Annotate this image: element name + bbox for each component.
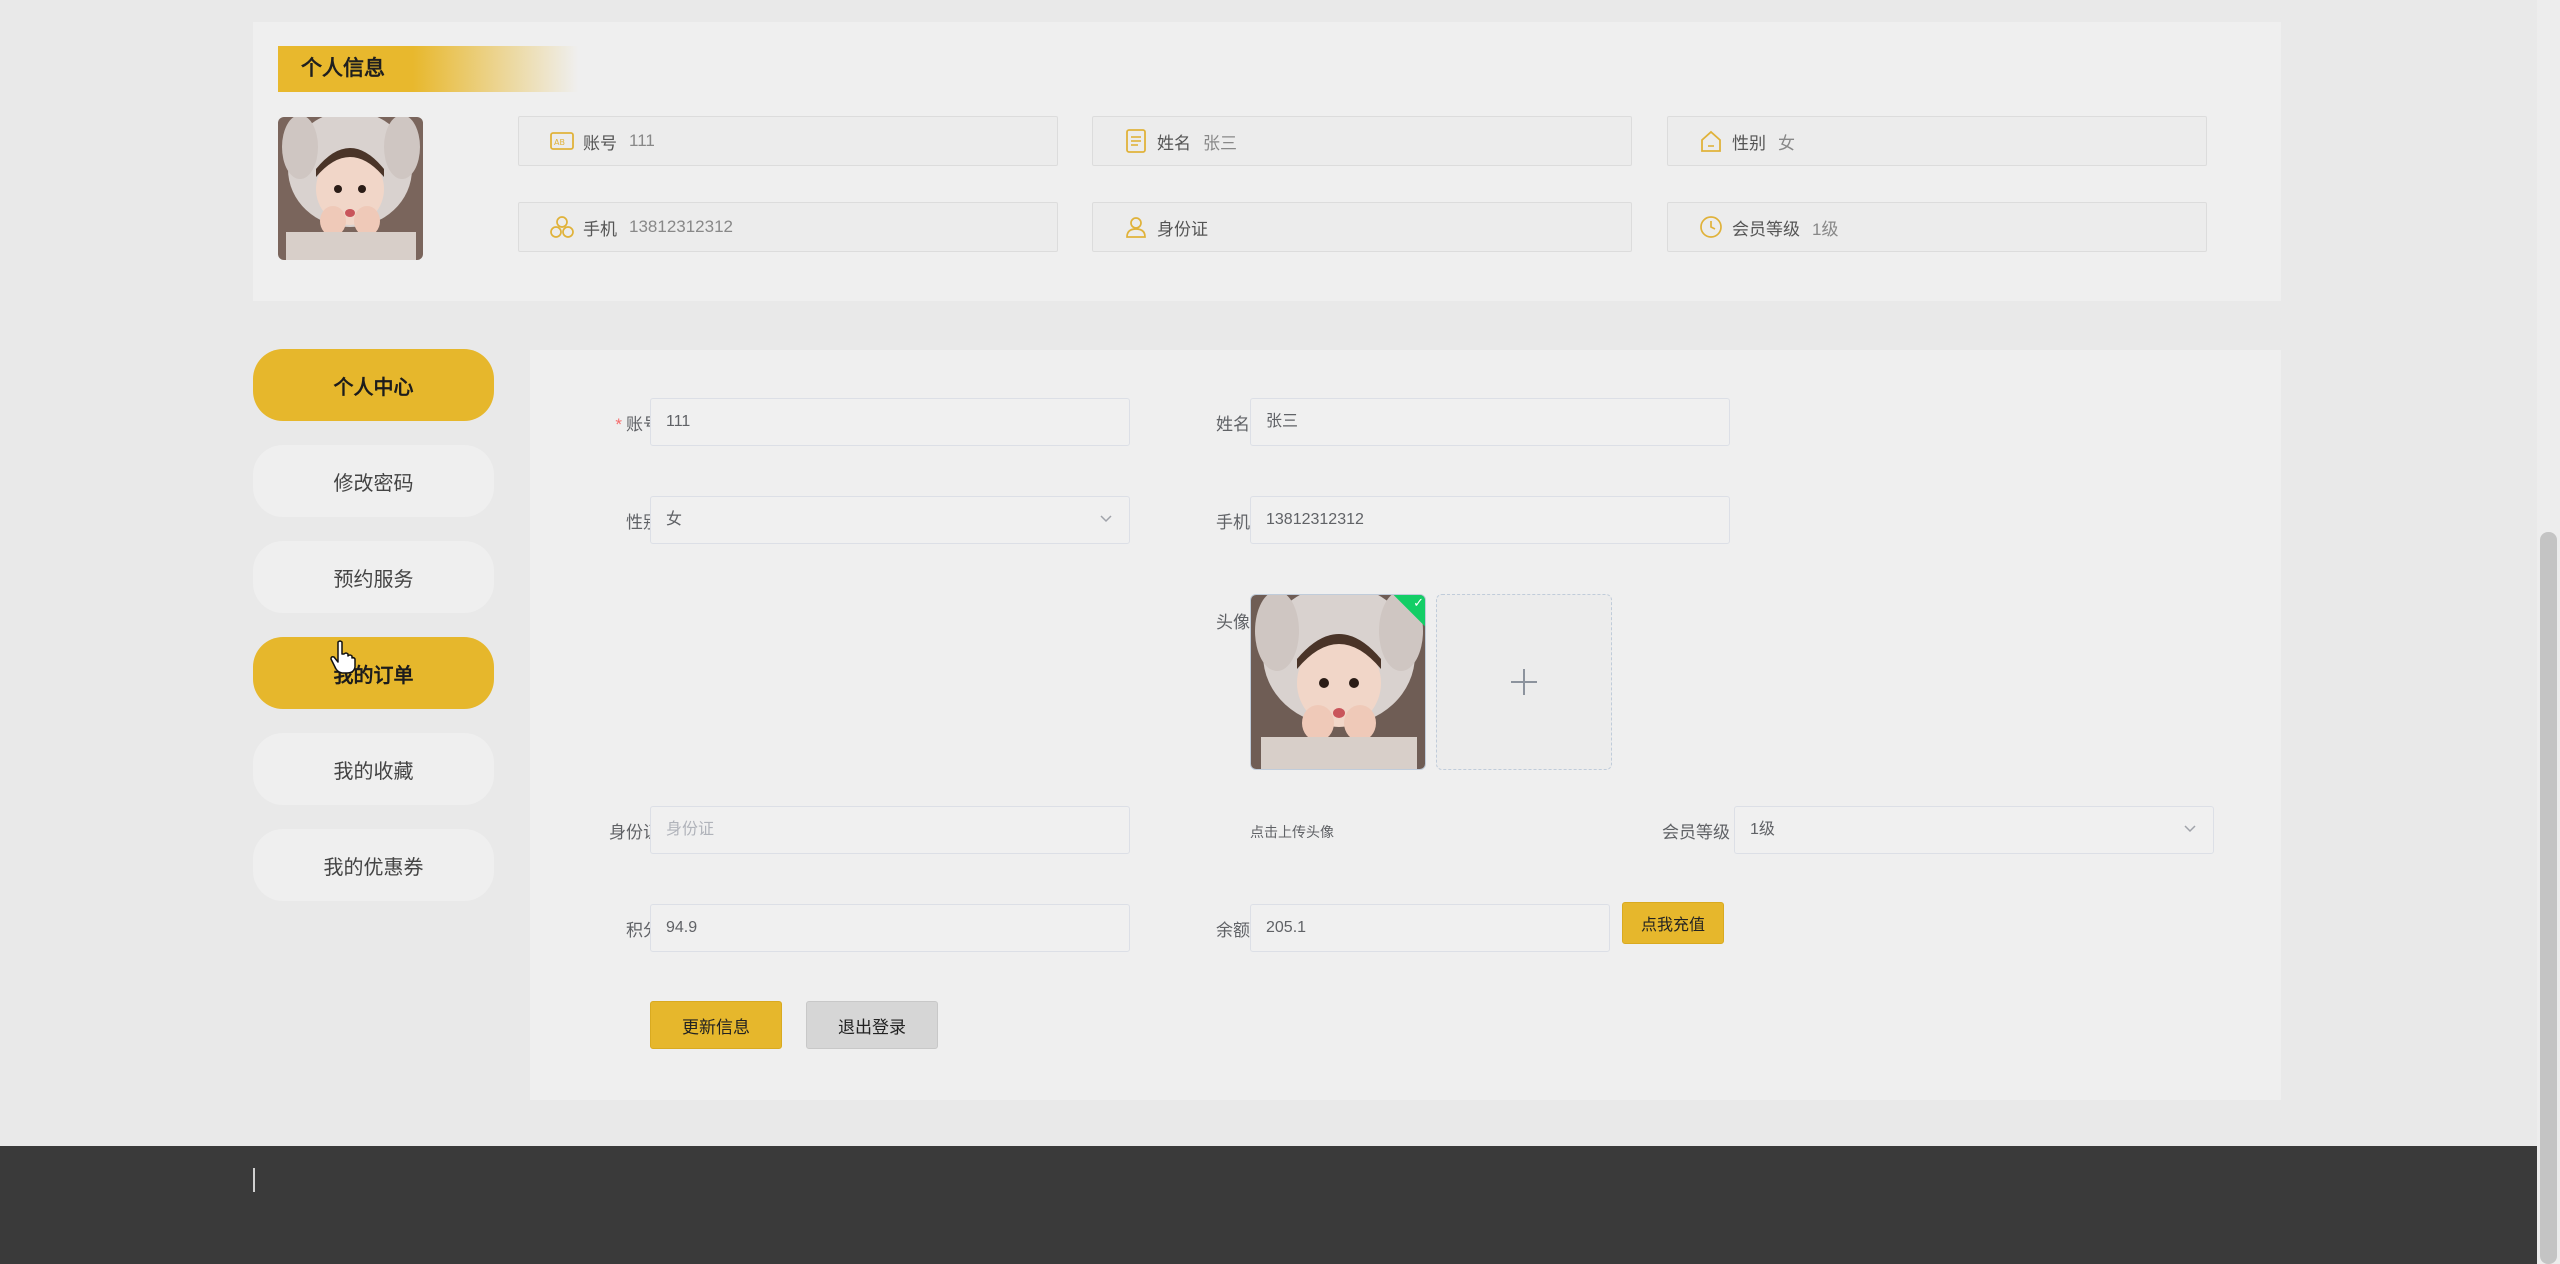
level-select-value: 1级 — [1750, 821, 1775, 838]
info-name-value: 张三 — [1203, 133, 1237, 153]
footer — [0, 1146, 2537, 1264]
account-input[interactable]: 111 — [650, 398, 1130, 446]
points-label: 积分 — [626, 921, 660, 940]
info-account-value: 111 — [629, 131, 655, 150]
info-level-label: 会员等级 — [1732, 219, 1800, 239]
avatar-thumbnail[interactable]: ✓ — [1250, 594, 1426, 770]
balance-input[interactable]: 205.1 — [1250, 904, 1610, 952]
avatar-upload-button[interactable] — [1436, 594, 1612, 770]
sidebar-item-my-orders[interactable]: 我的订单 — [253, 637, 494, 709]
sidebar-item-personal-center[interactable]: 个人中心 — [253, 349, 494, 421]
info-phone: 手机 13812312312 — [518, 202, 1058, 252]
sidebar-item-my-favorites[interactable]: 我的收藏 — [253, 733, 494, 805]
check-icon: ✓ — [1413, 595, 1425, 611]
info-idcard: 身份证 — [1092, 202, 1632, 252]
chevron-down-icon — [2184, 825, 2196, 833]
info-phone-label: 手机 — [583, 219, 617, 239]
info-phone-value: 13812312312 — [629, 217, 734, 236]
chevron-down-icon — [1100, 515, 1112, 523]
level-label: 会员等级 — [1662, 823, 1730, 842]
level-select[interactable]: 1级 — [1734, 806, 2214, 854]
document-icon — [1123, 128, 1149, 154]
name-label: 姓名 — [1216, 415, 1250, 434]
info-level: 会员等级 1级 — [1667, 202, 2207, 252]
profile-form: *账号 111 姓名 张三 性别 女 手机 13812312312 头像 ✓ — [530, 350, 2281, 1100]
clock-icon — [1698, 214, 1724, 240]
profile-info-panel: 个人信息 AB 账号 111 姓名 张三 性别 女 手机 13812312312… — [253, 22, 2281, 301]
info-name-label: 姓名 — [1157, 133, 1191, 153]
idcard-input[interactable]: 身份证 — [650, 806, 1130, 854]
phone-label: 手机 — [1216, 513, 1250, 532]
idcard-label: 身份证 — [609, 823, 660, 842]
info-gender-label: 性别 — [1732, 133, 1766, 153]
profile-info-title: 个人信息 — [278, 46, 578, 92]
scrollbar-thumb[interactable] — [2540, 532, 2557, 1264]
id-card-icon: AB — [549, 128, 575, 154]
home-icon — [1698, 128, 1724, 154]
info-gender: 性别 女 — [1667, 116, 2207, 166]
avatar-label: 头像 — [1216, 613, 1250, 632]
logout-button[interactable]: 退出登录 — [806, 1001, 938, 1049]
gender-select-value: 女 — [666, 511, 683, 528]
info-name: 姓名 张三 — [1092, 116, 1632, 166]
update-info-button[interactable]: 更新信息 — [650, 1001, 782, 1049]
info-level-value: 1级 — [1812, 219, 1839, 239]
phone-input[interactable]: 13812312312 — [1250, 496, 1730, 544]
info-idcard-label: 身份证 — [1157, 219, 1208, 239]
scrollbar-track[interactable] — [2537, 0, 2560, 1264]
balance-label: 余额 — [1216, 921, 1250, 940]
info-gender-value: 女 — [1778, 133, 1795, 153]
sidebar-item-booking-service[interactable]: 预约服务 — [253, 541, 494, 613]
name-input[interactable]: 张三 — [1250, 398, 1730, 446]
svg-text:AB: AB — [554, 138, 565, 147]
text-caret — [253, 1168, 255, 1192]
gender-select[interactable]: 女 — [650, 496, 1130, 544]
sidebar-item-my-coupons[interactable]: 我的优惠券 — [253, 829, 494, 901]
sidebar-item-change-password[interactable]: 修改密码 — [253, 445, 494, 517]
hexagon-cluster-icon — [549, 214, 575, 240]
recharge-button[interactable]: 点我充值 — [1622, 902, 1724, 944]
user-icon — [1123, 214, 1149, 240]
account-label: * 账号 — [615, 415, 660, 434]
profile-avatar — [278, 117, 423, 260]
avatar-upload-hint: 点击上传头像 — [1250, 824, 1334, 840]
plus-icon — [1511, 669, 1537, 695]
gender-label: 性别 — [626, 513, 660, 532]
points-input[interactable]: 94.9 — [650, 904, 1130, 952]
info-account: AB 账号 111 — [518, 116, 1058, 166]
info-account-label: 账号 — [583, 133, 617, 153]
hand-pointer-icon — [330, 640, 356, 674]
